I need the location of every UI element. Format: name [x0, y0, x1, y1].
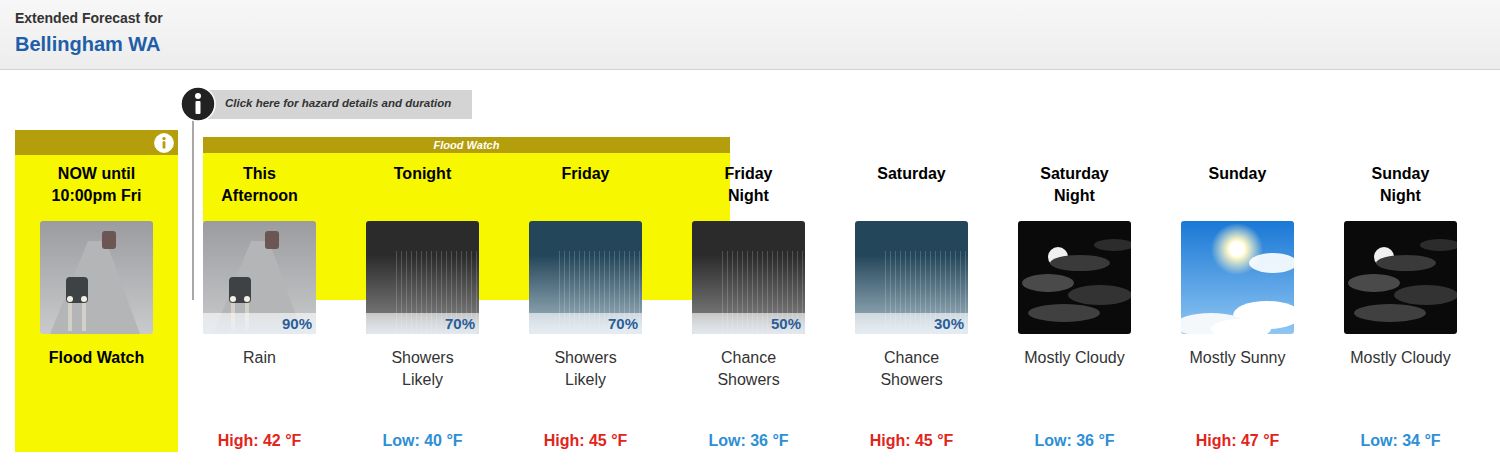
- short-forecast: Mostly Cloudy: [1022, 347, 1127, 391]
- hazard-time: NOW until 10:00pm Fri: [15, 155, 178, 207]
- period-name: Tonight: [379, 163, 467, 207]
- short-forecast: Showers Likely: [370, 347, 475, 391]
- temperature: High: 45 °F: [544, 430, 628, 452]
- forecast-period: Friday Night 50% Chance Showers Low: 36 °F: [667, 130, 830, 452]
- temperature: Low: 40 °F: [382, 430, 462, 452]
- short-forecast: Chance Showers: [859, 347, 964, 391]
- precip-chance: 70%: [366, 313, 479, 334]
- weather-image: [1344, 221, 1457, 334]
- forecast-period: Tonight 70% Showers Likely Low: 40 °F: [341, 130, 504, 452]
- forecast-period: Saturday 30% Chance Showers High: 45 °F: [830, 130, 993, 452]
- forecast-period: Sunday Mostly Sunny High: 47 °F: [1156, 130, 1319, 452]
- forecast-period: Saturday Night Mostly Cloudy Low: 36 °F: [993, 130, 1156, 452]
- temperature: High: 42 °F: [218, 430, 302, 452]
- sunny-icon: [1181, 221, 1294, 334]
- header-title: Extended Forecast for: [15, 10, 1485, 26]
- page-header: Extended Forecast for Bellingham WA: [0, 0, 1500, 70]
- weather-image: [1181, 221, 1294, 334]
- forecast-period: This Afternoon 90% Rain High: 42 °F: [178, 130, 341, 452]
- flood-watch-band-label: Flood Watch: [203, 137, 730, 153]
- temperature: High: 47 °F: [1196, 430, 1280, 452]
- temperature: Low: 36 °F: [708, 430, 788, 452]
- weather-image: [1018, 221, 1131, 334]
- short-forecast: Rain: [207, 347, 312, 391]
- weather-image: 70%: [529, 221, 642, 334]
- hazard-label: Flood Watch: [49, 347, 144, 369]
- forecast-period: Sunday Night Mostly Cloudy Low: 34 °F: [1319, 130, 1482, 452]
- info-icon[interactable]: [180, 86, 216, 122]
- period-name: Friday Night: [705, 163, 793, 207]
- forecast-period: Friday 70% Showers Likely High: 45 °F: [504, 130, 667, 452]
- short-forecast: Chance Showers: [696, 347, 801, 391]
- precip-chance: 90%: [203, 313, 316, 334]
- period-name: Saturday: [868, 163, 956, 207]
- period-name: Saturday Night: [1031, 163, 1119, 207]
- period-name: Friday: [542, 163, 630, 207]
- forecast-periods: Flood Watch This Afternoon 90% Rain High: 42…: [178, 130, 1482, 452]
- weather-image: 30%: [855, 221, 968, 334]
- hazard-info-row: Click here for hazard details and durati…: [0, 86, 1500, 122]
- temperature: Low: 36 °F: [1034, 430, 1114, 452]
- precip-chance: 30%: [855, 313, 968, 334]
- weather-image: 70%: [366, 221, 479, 334]
- short-forecast: Mostly Cloudy: [1348, 347, 1453, 391]
- location-title: Bellingham WA: [15, 32, 1485, 56]
- period-name: Sunday Night: [1357, 163, 1445, 207]
- precip-chance: 50%: [692, 313, 805, 334]
- info-icon[interactable]: [154, 133, 174, 153]
- cloudy-night-icon: [1344, 221, 1457, 334]
- hazard-image: [40, 221, 153, 334]
- cloudy-night-icon: [1018, 221, 1131, 334]
- weather-image: 90%: [203, 221, 316, 334]
- weather-image: 50%: [692, 221, 805, 334]
- forecast-row: NOW until 10:00pm FriFlood WatchFlood Wa…: [0, 130, 1500, 452]
- hazard-details-link[interactable]: Click here for hazard details and durati…: [200, 90, 472, 119]
- temperature: Low: 34 °F: [1360, 430, 1440, 452]
- precip-chance: 70%: [529, 313, 642, 334]
- rain-icon: [40, 221, 153, 334]
- period-name: Sunday: [1194, 163, 1282, 207]
- current-hazard-panel[interactable]: NOW until 10:00pm Fri Flood Watch: [15, 130, 178, 452]
- period-name: This Afternoon: [216, 163, 304, 207]
- hazard-connector-line: [192, 120, 194, 300]
- temperature: High: 45 °F: [870, 430, 954, 452]
- short-forecast: Mostly Sunny: [1185, 347, 1290, 391]
- current-hazard-header: [15, 130, 178, 155]
- short-forecast: Showers Likely: [533, 347, 638, 391]
